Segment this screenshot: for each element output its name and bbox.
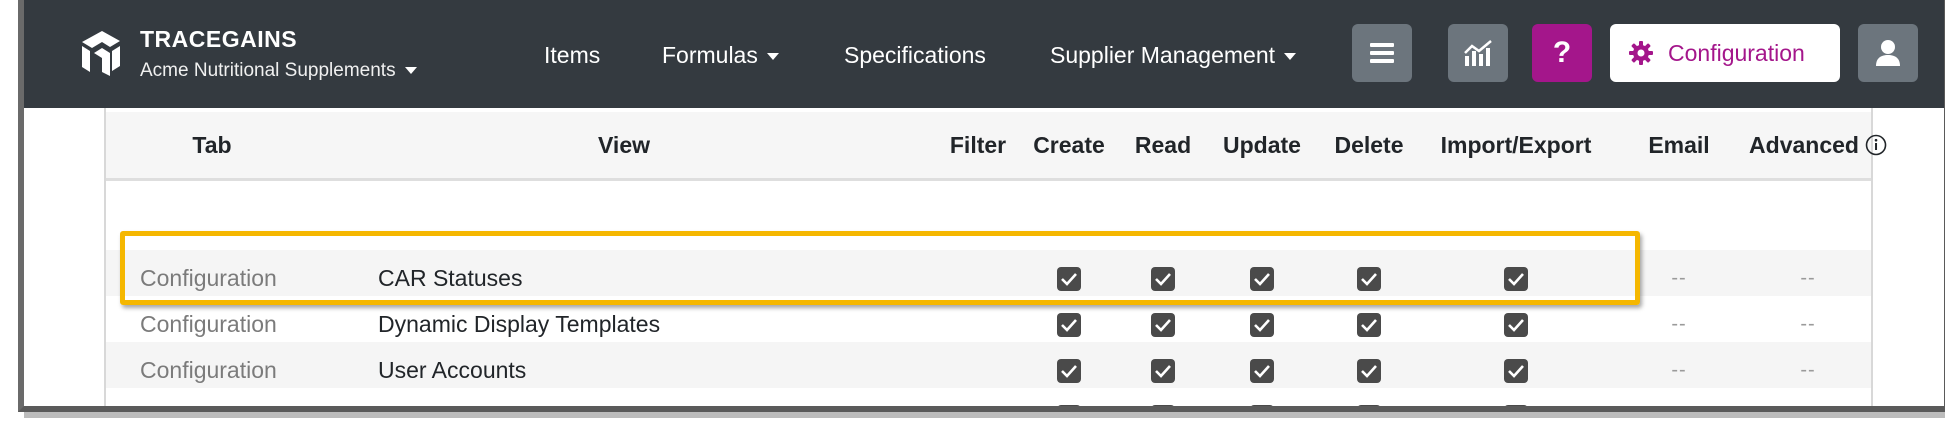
checkbox-import-export[interactable] xyxy=(1504,267,1528,291)
checkmark-icon xyxy=(1507,409,1525,412)
nav-supplier-management-label: Supplier Management xyxy=(1050,42,1276,68)
cell-email: -- xyxy=(1671,388,1686,406)
checkbox-update[interactable] xyxy=(1250,313,1274,337)
column-header-update[interactable]: Update xyxy=(1223,112,1301,178)
column-header-create[interactable]: Create xyxy=(1033,112,1105,178)
checkbox-import-export[interactable] xyxy=(1504,405,1528,412)
help-button[interactable]: ? xyxy=(1532,24,1592,82)
hamburger-icon xyxy=(1370,43,1394,63)
user-icon xyxy=(1876,40,1900,66)
checkmark-icon xyxy=(1061,365,1077,378)
app-window: TRACEGAINS Acme Nutritional Supplements … xyxy=(18,0,1945,412)
cell-tab: Configuration xyxy=(140,388,277,406)
checkmark-icon xyxy=(1508,365,1524,378)
nav-formulas-label: Formulas xyxy=(662,42,758,68)
checkmark-icon xyxy=(1254,319,1270,332)
checkmark-icon xyxy=(1154,409,1172,412)
checkbox-import-export[interactable] xyxy=(1504,313,1528,337)
checkmark-icon xyxy=(1061,273,1077,286)
checkbox-delete[interactable] xyxy=(1357,267,1381,291)
checkmark-icon xyxy=(1361,319,1377,332)
chevron-down-icon xyxy=(1284,53,1297,61)
checkmark-icon xyxy=(1508,273,1524,286)
cell-view: Supplier Groups xyxy=(378,388,544,406)
checkbox-create[interactable] xyxy=(1057,359,1081,383)
user-menu-button[interactable] xyxy=(1858,24,1918,82)
menu-button[interactable] xyxy=(1352,24,1412,82)
top-navbar: TRACEGAINS Acme Nutritional Supplements … xyxy=(24,0,1944,108)
checkmark-icon xyxy=(1360,409,1378,412)
checkbox-delete[interactable] xyxy=(1357,359,1381,383)
configuration-button[interactable]: Configuration xyxy=(1610,24,1840,82)
column-header-filter[interactable]: Filter xyxy=(950,112,1006,178)
checkmark-icon xyxy=(1508,319,1524,332)
checkbox-update[interactable] xyxy=(1250,267,1274,291)
checkbox-delete[interactable] xyxy=(1357,405,1381,412)
checkbox-delete[interactable] xyxy=(1357,313,1381,337)
nav-items[interactable]: Items xyxy=(544,42,600,69)
checkbox-create[interactable] xyxy=(1057,267,1081,291)
cell-advanced: -- xyxy=(1800,388,1815,406)
checkmark-icon xyxy=(1155,273,1171,286)
organization-name: Acme Nutritional Supplements xyxy=(140,60,396,81)
organization-selector[interactable]: Acme Nutritional Supplements xyxy=(140,60,417,82)
chevron-down-icon xyxy=(766,53,779,61)
column-header-delete[interactable]: Delete xyxy=(1334,112,1403,178)
column-header-advanced-label: Advanced xyxy=(1749,132,1859,158)
configuration-label: Configuration xyxy=(1668,39,1805,66)
checkmark-icon xyxy=(1361,365,1377,378)
column-header-import-export[interactable]: Import/Export xyxy=(1441,112,1592,178)
checkmark-icon xyxy=(1254,365,1270,378)
chevron-down-icon xyxy=(404,67,417,75)
checkbox-read[interactable] xyxy=(1151,359,1175,383)
checkmark-icon xyxy=(1060,409,1078,412)
column-header-view[interactable]: View xyxy=(598,112,650,178)
checkbox-read[interactable] xyxy=(1151,267,1175,291)
chart-icon xyxy=(1464,40,1492,66)
checkbox-create[interactable] xyxy=(1057,313,1081,337)
checkmark-icon xyxy=(1361,273,1377,286)
column-header-advanced[interactable]: Advanced xyxy=(1749,112,1887,178)
checkbox-import-export[interactable] xyxy=(1504,359,1528,383)
checkmark-icon xyxy=(1254,273,1270,286)
column-header-read[interactable]: Read xyxy=(1135,112,1191,178)
info-icon[interactable] xyxy=(1865,134,1887,156)
table-row: Configuration Supplier Groups -- -- xyxy=(106,388,1871,412)
help-icon: ? xyxy=(1552,36,1572,69)
checkmark-icon xyxy=(1253,409,1271,412)
brand-name: TRACEGAINS xyxy=(140,26,298,52)
checkbox-update[interactable] xyxy=(1250,359,1274,383)
table-header: Tab View Filter Create Read Update Delet… xyxy=(106,112,1887,181)
column-header-email[interactable]: Email xyxy=(1648,112,1709,178)
gear-icon xyxy=(1629,41,1653,65)
tracegains-logo[interactable] xyxy=(72,24,128,80)
nav-formulas[interactable]: Formulas xyxy=(662,42,779,69)
checkmark-icon xyxy=(1155,365,1171,378)
checkbox-read[interactable] xyxy=(1151,405,1175,412)
nav-supplier-management[interactable]: Supplier Management xyxy=(1050,42,1297,69)
column-header-tab[interactable]: Tab xyxy=(192,112,231,178)
analytics-button[interactable] xyxy=(1448,24,1508,82)
permissions-table: Tab View Filter Create Read Update Delet… xyxy=(104,108,1887,412)
checkbox-read[interactable] xyxy=(1151,313,1175,337)
checkmark-icon xyxy=(1155,319,1171,332)
checkbox-create[interactable] xyxy=(1057,405,1081,412)
nav-specifications[interactable]: Specifications xyxy=(844,42,986,69)
checkmark-icon xyxy=(1061,319,1077,332)
checkbox-update[interactable] xyxy=(1250,405,1274,412)
